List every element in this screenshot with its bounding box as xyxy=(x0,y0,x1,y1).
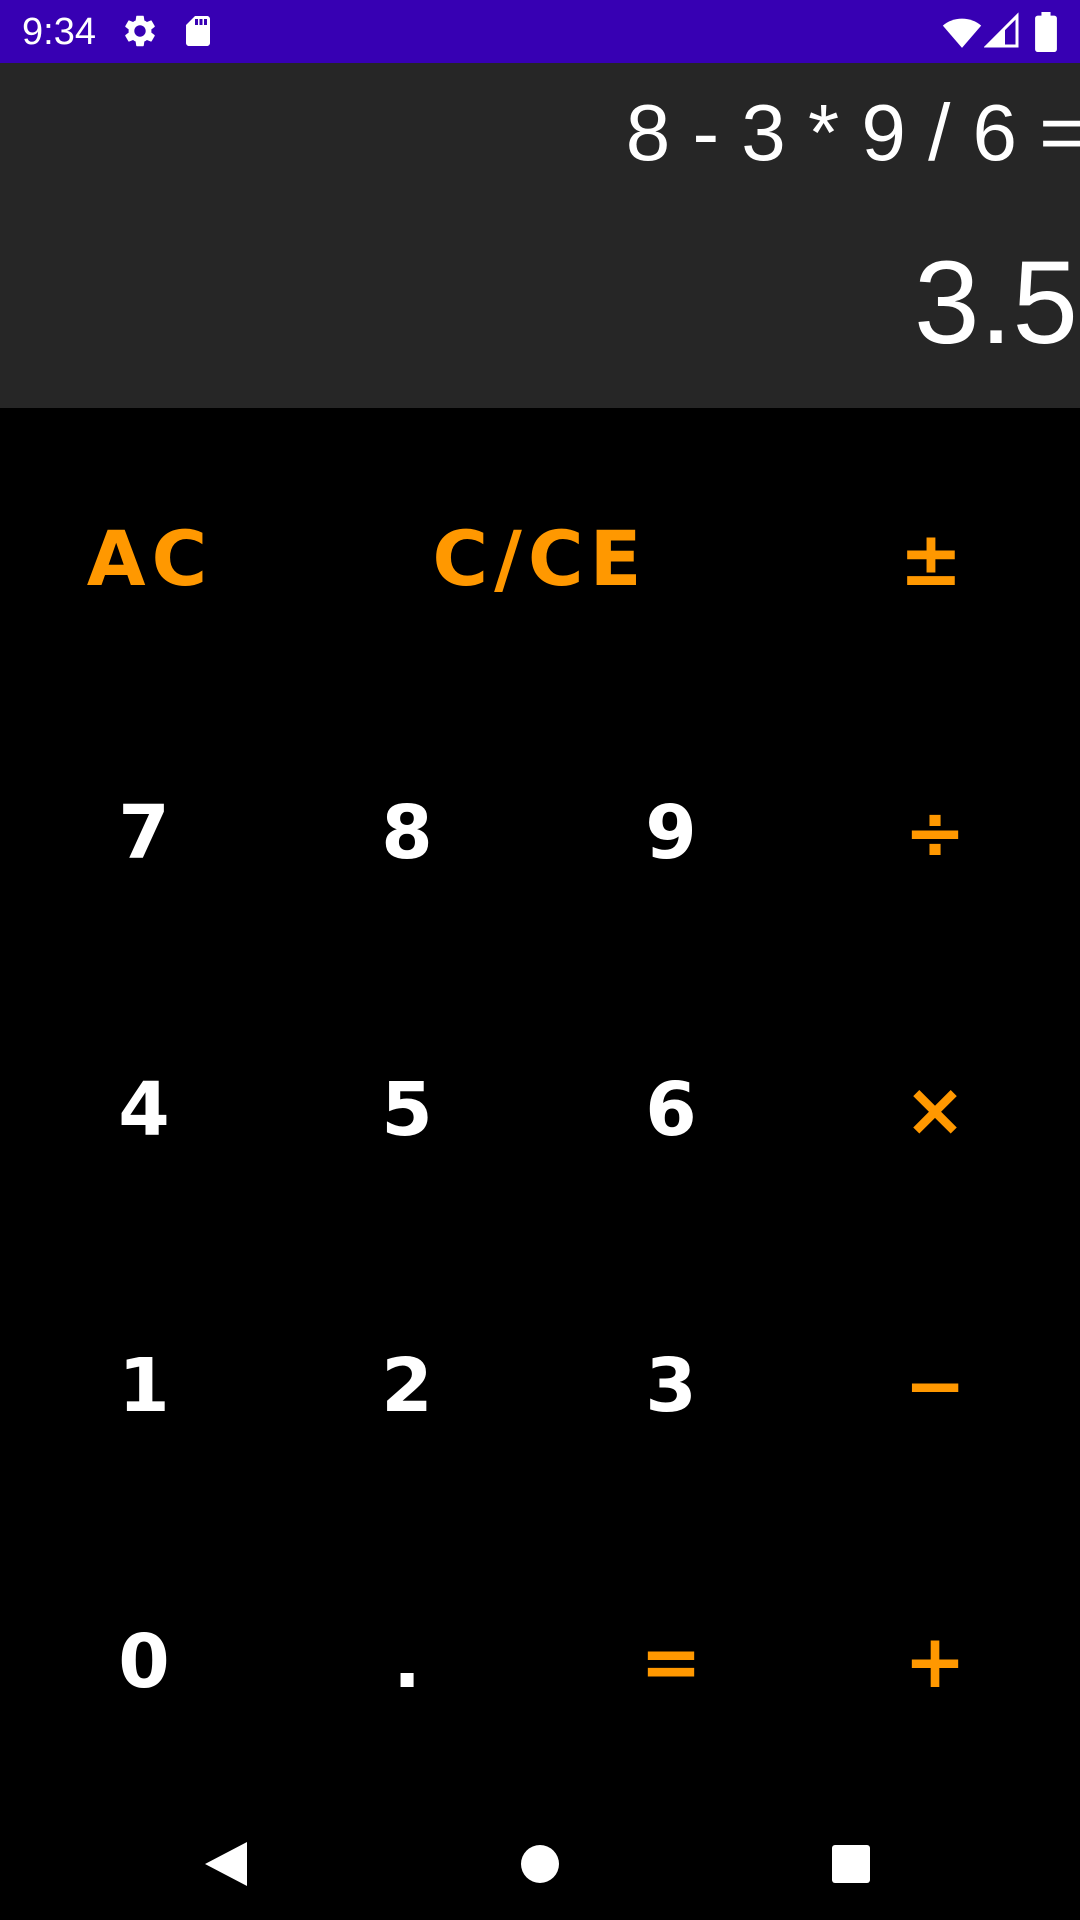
wifi-icon xyxy=(942,18,982,48)
result-text: 3.5 xyxy=(913,237,1078,369)
sd-card-icon xyxy=(186,16,210,46)
home-icon xyxy=(521,1845,559,1883)
subtract-button[interactable]: − xyxy=(847,1296,1023,1476)
status-time: 9:34 xyxy=(22,11,96,53)
multiply-button[interactable]: × xyxy=(847,1020,1023,1200)
back-button[interactable] xyxy=(146,1808,306,1920)
divide-button[interactable]: ÷ xyxy=(847,743,1023,923)
status-bar: 9:34 xyxy=(0,0,1080,63)
back-icon xyxy=(205,1842,247,1886)
digit-4-button[interactable]: 4 xyxy=(56,1020,232,1200)
digit-7-button[interactable]: 7 xyxy=(56,743,232,923)
digit-5-button[interactable]: 5 xyxy=(319,1020,495,1200)
clear-entry-button[interactable]: C/CE xyxy=(400,468,680,648)
digit-9-button[interactable]: 9 xyxy=(583,743,759,923)
add-button[interactable]: + xyxy=(847,1572,1023,1752)
calculator-display: 8 - 3 * 9 / 6 = 3.5 xyxy=(0,63,1080,408)
navigation-bar xyxy=(0,1808,1080,1920)
recents-icon xyxy=(832,1845,870,1883)
equals-button[interactable]: = xyxy=(583,1572,759,1752)
expression-text: 8 - 3 * 9 / 6 = xyxy=(625,88,1080,177)
recents-button[interactable] xyxy=(771,1808,931,1920)
decimal-point-button[interactable]: . xyxy=(319,1572,495,1752)
digit-1-button[interactable]: 1 xyxy=(56,1296,232,1476)
plus-minus-button[interactable]: ± xyxy=(846,468,1022,648)
digit-2-button[interactable]: 2 xyxy=(319,1296,495,1476)
battery-icon xyxy=(1035,12,1057,52)
digit-8-button[interactable]: 8 xyxy=(319,743,495,923)
gear-icon xyxy=(125,15,155,47)
cell-signal-icon xyxy=(984,12,1019,48)
digit-3-button[interactable]: 3 xyxy=(583,1296,759,1476)
digit-0-button[interactable]: 0 xyxy=(56,1572,232,1752)
all-clear-button[interactable]: AC xyxy=(40,468,260,648)
home-button[interactable] xyxy=(460,1808,620,1920)
keypad: AC C/CE ± 7 8 9 ÷ 4 5 6 × 1 2 3 − 0 . = … xyxy=(0,408,1080,1808)
digit-6-button[interactable]: 6 xyxy=(583,1020,759,1200)
